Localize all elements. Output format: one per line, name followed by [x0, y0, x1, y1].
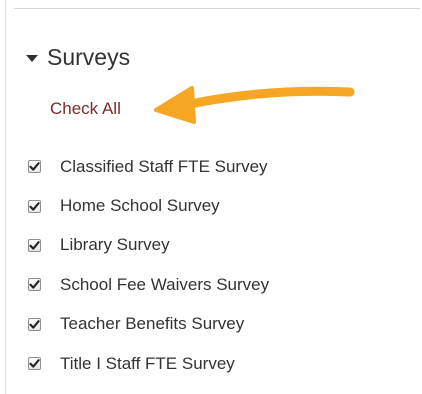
survey-item-classified-staff-fte[interactable]: Classified Staff FTE Survey	[28, 147, 269, 186]
survey-label: Title I Staff FTE Survey	[60, 353, 235, 373]
survey-item-home-school[interactable]: Home School Survey	[28, 186, 269, 225]
checkbox[interactable]	[28, 238, 41, 252]
checkbox[interactable]	[28, 160, 41, 174]
survey-label: School Fee Waivers Survey	[60, 274, 270, 294]
checkbox[interactable]	[28, 278, 41, 292]
checkmark-icon	[29, 280, 40, 290]
checkmark-icon	[29, 201, 40, 211]
checkbox[interactable]	[28, 199, 41, 213]
survey-item-title-i-staff-fte[interactable]: Title I Staff FTE Survey	[28, 344, 269, 383]
survey-label: Library Survey	[60, 235, 170, 255]
checkmark-icon	[29, 359, 40, 368]
survey-item-teacher-benefits[interactable]: Teacher Benefits Survey	[28, 305, 269, 344]
survey-item-library[interactable]: Library Survey	[28, 226, 269, 265]
survey-label: Home School Survey	[60, 196, 220, 216]
check-all-link[interactable]: Check All	[50, 98, 121, 120]
survey-label: Teacher Benefits Survey	[60, 314, 245, 334]
top-divider	[14, 8, 420, 9]
survey-list: Classified Staff FTE Survey Home School …	[28, 147, 269, 383]
survey-item-school-fee-waivers[interactable]: School Fee Waivers Survey	[28, 265, 269, 304]
section-title: Surveys	[47, 44, 131, 70]
survey-label: Classified Staff FTE Survey	[60, 156, 268, 176]
checkmark-icon	[29, 162, 40, 171]
arrow-left-icon	[154, 86, 355, 124]
surveys-section-toggle[interactable]: Surveys	[26, 40, 130, 74]
checkmark-icon	[29, 241, 40, 250]
checkmark-icon	[29, 319, 40, 329]
caret-down-icon	[26, 54, 38, 62]
checkbox[interactable]	[28, 357, 41, 371]
checkbox[interactable]	[28, 317, 41, 331]
